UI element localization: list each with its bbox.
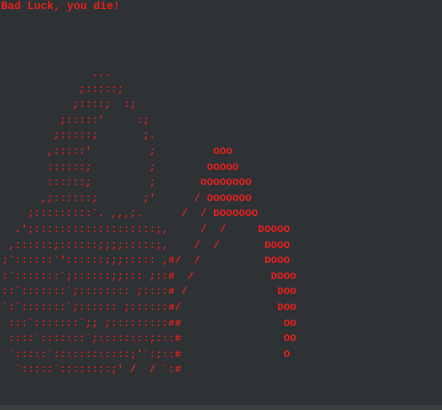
window-bottom-edge xyxy=(0,405,442,410)
game-over-message: Bad Luck, you die! xyxy=(1,1,120,13)
reaper-ascii-art: ... ;:::::; ;::::; :; ;:::::' :; ;:::::;… xyxy=(2,68,297,377)
terminal-screen: Bad Luck, you die! ... ;:::::; ;::::; :;… xyxy=(0,0,442,405)
